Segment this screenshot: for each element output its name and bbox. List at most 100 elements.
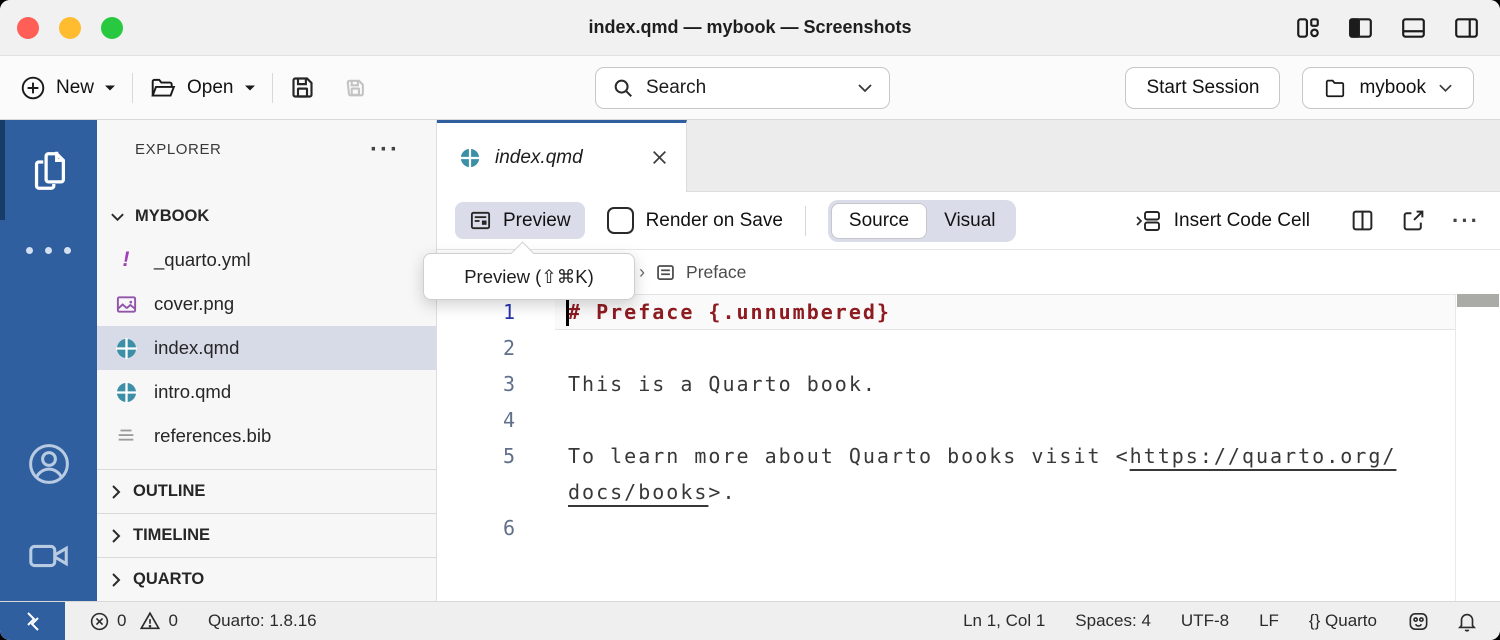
problems-indicator[interactable]: 0 0 — [89, 610, 178, 632]
preview-button[interactable]: Preview — [455, 202, 585, 239]
code-line-2: 2 — [437, 330, 1500, 366]
save-icon[interactable] — [289, 74, 316, 101]
eol-status[interactable]: LF — [1259, 611, 1279, 631]
code-text: docs/books>. — [568, 480, 737, 504]
toggle-primary-sidebar-icon[interactable] — [1347, 15, 1374, 41]
customize-layout-icon[interactable] — [1295, 15, 1321, 41]
code-editor[interactable]: 1 # Preface {.unnumbered} 2 3 This is a … — [437, 294, 1500, 601]
workspace-folder-button[interactable]: mybook — [1302, 67, 1474, 109]
visual-mode-button[interactable]: Visual — [927, 204, 1012, 238]
symbol-section-icon — [655, 262, 676, 283]
start-session-label: Start Session — [1146, 77, 1259, 99]
preview-tooltip: Preview (⇧⌘K) — [423, 253, 635, 300]
code-line-5: 5 To learn more about Quarto books visit… — [437, 438, 1500, 474]
workspace-root-item[interactable]: MYBOOK — [97, 196, 436, 238]
explorer-more-actions-icon[interactable]: ··· — [370, 145, 400, 155]
account-icon — [25, 440, 73, 488]
editor-group: index.qmd Preview — [437, 120, 1500, 601]
chevron-down-icon — [1438, 83, 1453, 93]
hyperlink[interactable]: docs/books — [568, 480, 708, 504]
editor-action-bar: Preview Render on Save Source Visual — [437, 192, 1500, 250]
chevron-down-icon — [110, 212, 125, 222]
close-icon[interactable] — [651, 149, 668, 166]
source-visual-toggle: Source Visual — [828, 200, 1016, 242]
search-input[interactable]: Search — [595, 67, 890, 109]
tab-label: index.qmd — [495, 147, 637, 169]
split-editor-icon[interactable] — [1350, 208, 1375, 233]
line-number: 5 — [437, 444, 517, 468]
circle-plus-icon — [20, 75, 46, 101]
line-number: 2 — [437, 336, 517, 360]
activity-account-item[interactable] — [0, 416, 97, 511]
toggle-panel-icon[interactable] — [1400, 15, 1427, 41]
save-all-icon[interactable] — [340, 73, 369, 102]
outline-section-header[interactable]: OUTLINE — [97, 469, 436, 513]
language-label: Quarto — [1325, 611, 1377, 630]
activity-explorer-item[interactable] — [0, 120, 97, 220]
dot-icon — [45, 247, 52, 254]
file-row-quarto-yml[interactable]: ! _quarto.yml — [97, 238, 436, 282]
chevron-right-icon — [111, 484, 121, 500]
file-row-references-bib[interactable]: references.bib — [97, 414, 436, 458]
insert-code-cell-label: Insert Code Cell — [1174, 210, 1310, 232]
search-label: Search — [646, 77, 706, 99]
encoding-status[interactable]: UTF-8 — [1181, 611, 1229, 631]
braces-icon: {} — [1309, 611, 1320, 630]
code-line-4: 4 — [437, 402, 1500, 438]
quarto-section-header[interactable]: QUARTO — [97, 557, 436, 601]
notifications-bell-icon[interactable] — [1456, 610, 1478, 632]
language-mode-status[interactable]: {} Quarto — [1309, 611, 1377, 631]
video-camera-icon — [26, 533, 72, 579]
toolbar-divider — [132, 73, 133, 103]
toggle-secondary-sidebar-icon[interactable] — [1453, 15, 1480, 41]
open-label: Open — [187, 77, 233, 99]
preview-label: Preview — [503, 210, 571, 232]
open-external-icon[interactable] — [1401, 208, 1426, 233]
timeline-section-header[interactable]: TIMELINE — [97, 513, 436, 557]
cursor-position-status[interactable]: Ln 1, Col 1 — [963, 611, 1045, 631]
line-number: 4 — [437, 408, 517, 432]
section-label: TIMELINE — [133, 526, 210, 545]
file-row-intro-qmd[interactable]: intro.qmd — [97, 370, 436, 414]
indentation-status[interactable]: Spaces: 4 — [1075, 611, 1151, 631]
quarto-icon — [113, 337, 139, 360]
file-list: ! _quarto.yml cover.png — [97, 238, 436, 469]
title-bar: index.qmd — mybook — Screenshots — [0, 0, 1500, 56]
activity-more-item[interactable] — [0, 220, 97, 280]
code-line-3: 3 This is a Quarto book. — [437, 366, 1500, 402]
toolbar-divider — [805, 206, 806, 236]
start-session-button[interactable]: Start Session — [1125, 67, 1280, 109]
feedback-smiley-icon[interactable] — [1407, 610, 1430, 633]
explorer-title: EXPLORER — [135, 141, 222, 158]
breadcrumb-symbol[interactable]: Preface — [686, 262, 746, 283]
editor-more-actions-icon[interactable]: ··· — [1452, 216, 1480, 226]
remote-indicator[interactable] — [0, 602, 65, 640]
open-button[interactable]: Open — [149, 75, 255, 101]
quarto-icon — [113, 381, 139, 404]
insert-code-cell-icon — [1134, 208, 1164, 234]
insert-code-cell-button[interactable]: Insert Code Cell — [1134, 208, 1310, 234]
source-mode-button[interactable]: Source — [831, 203, 927, 239]
render-on-save-checkbox[interactable] — [607, 207, 634, 234]
file-row-references-qmd[interactable]: references.qmd — [97, 458, 436, 469]
code-line-6: 6 — [437, 510, 1500, 546]
new-button[interactable]: New — [20, 75, 116, 101]
activity-bar — [0, 120, 97, 601]
file-row-index-qmd[interactable]: index.qmd — [97, 326, 436, 370]
quarto-version-status[interactable]: Quarto: 1.8.16 — [208, 611, 317, 631]
folder-icon — [1323, 77, 1347, 99]
code-line-5-wrap: docs/books>. — [437, 474, 1500, 510]
line-number: 3 — [437, 372, 517, 396]
warning-icon — [139, 610, 161, 632]
hyperlink[interactable]: https://quarto.org/ — [1130, 444, 1397, 468]
section-label: OUTLINE — [133, 482, 205, 501]
activity-video-item[interactable] — [0, 511, 97, 601]
workspace-folder-label: mybook — [1359, 77, 1426, 99]
code-text: This is a Quarto book. — [568, 372, 877, 396]
render-on-save-label: Render on Save — [646, 210, 783, 232]
yaml-warning-icon: ! — [123, 248, 130, 272]
tab-index-qmd[interactable]: index.qmd — [437, 120, 687, 192]
file-row-cover-png[interactable]: cover.png — [97, 282, 436, 326]
app-window: index.qmd — mybook — Screenshots — [0, 0, 1500, 640]
error-count: 0 — [117, 611, 126, 631]
